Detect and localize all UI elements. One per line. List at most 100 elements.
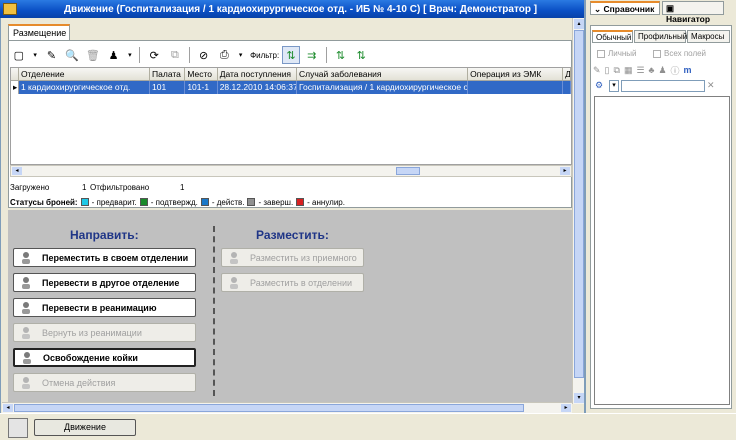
column-header[interactable]: Случай заболевания xyxy=(297,68,469,80)
separator xyxy=(325,47,327,63)
chevron-down-icon[interactable]: ▾ xyxy=(609,80,619,92)
tab-normal[interactable]: Обычный xyxy=(592,30,633,43)
table-cell[interactable]: 101-1 xyxy=(185,81,218,94)
status-swatch xyxy=(296,198,305,206)
place-in-department-button[interactable]: Разместить в отделении xyxy=(221,273,364,292)
column-header[interactable]: Палата xyxy=(150,68,186,80)
table-cell[interactable] xyxy=(468,81,564,94)
table-row[interactable]: ▸ 1 кардиохирургическое отд. 101 101-1 2… xyxy=(11,81,571,94)
transfer-other-department-button[interactable]: Перевести в другое отделение xyxy=(13,273,196,292)
copy-icon[interactable]: ⧉ xyxy=(166,46,184,64)
column-header[interactable]: Место xyxy=(185,68,218,80)
chevron-down-icon[interactable]: ▾ xyxy=(236,46,245,64)
bottom-bar: Движение xyxy=(0,413,736,440)
scroll-left-icon[interactable]: ◂ xyxy=(12,167,22,175)
move-within-department-button[interactable]: Переместить в своем отделении xyxy=(13,248,196,267)
button-label: Вернуть из реанимации xyxy=(42,327,142,338)
refresh-icon[interactable]: ⟳ xyxy=(145,46,163,64)
edit-icon[interactable]: ✎ xyxy=(593,65,601,76)
table-cell[interactable]: Госпитализация / 1 кардиохирургическое о… xyxy=(297,81,469,94)
scroll-right-icon[interactable]: ▸ xyxy=(561,404,571,412)
status-text: - действ. xyxy=(211,197,245,207)
print-icon[interactable]: ⎙ xyxy=(215,46,233,64)
scroll-right-icon[interactable]: ▸ xyxy=(560,167,570,175)
tab-macros[interactable]: Макросы xyxy=(687,30,730,43)
tab-label: Справочник xyxy=(603,4,655,14)
sort-asc-icon[interactable]: ⇅ xyxy=(332,46,350,64)
person-icon xyxy=(230,251,238,264)
filter-add-icon[interactable]: ⇉ xyxy=(303,46,321,64)
table-horizontal-scrollbar[interactable]: ◂ ▸ xyxy=(10,165,572,177)
directory-toolbar: ✎ ▯ ⧉ ▦ ☰ ♣ ♟ ⓘ m xyxy=(593,63,731,77)
filter-icon[interactable]: ⇅ xyxy=(282,46,300,64)
app-menu-icon[interactable] xyxy=(8,418,28,438)
scroll-thumb[interactable] xyxy=(396,167,420,175)
tree-icon[interactable]: ♣ xyxy=(649,65,655,75)
tab-navigator[interactable]: ▣ Навигатор xyxy=(662,1,724,24)
document-icon[interactable]: ▯ xyxy=(605,65,610,76)
person-icon xyxy=(23,351,31,364)
mode-icon[interactable]: ⚙ xyxy=(595,80,607,92)
table-cell[interactable]: 28.12.2010 14:06:37 xyxy=(218,81,297,94)
separator xyxy=(139,47,141,63)
column-header[interactable]: Отделение xyxy=(19,68,151,80)
person-icon[interactable]: ♟ xyxy=(658,65,666,76)
scroll-down-icon[interactable]: ▾ xyxy=(574,393,584,403)
delete-icon[interactable]: 🗑 xyxy=(84,46,102,64)
button-label: Перевести в реанимацию xyxy=(42,302,157,313)
button-label: Отмена действия xyxy=(42,377,116,388)
directory-search: ⚙ ▾ ✕ xyxy=(595,80,729,92)
column-header[interactable]: Операция из ЭМК xyxy=(468,68,564,80)
status-text: - предварит. xyxy=(91,197,137,207)
filter-label: Фильтр: xyxy=(250,50,280,60)
column-header[interactable]: Д xyxy=(563,68,571,80)
chevron-down-icon: ⌄ xyxy=(594,4,602,14)
scroll-up-icon[interactable]: ▴ xyxy=(574,19,584,29)
table-cell[interactable]: 1 кардиохирургическое отд. xyxy=(19,81,151,94)
checkbox-box xyxy=(653,49,661,58)
placement-table: Отделение Палата Место Дата поступления … xyxy=(10,67,572,165)
task-movement-button[interactable]: Движение xyxy=(34,419,136,436)
scroll-thumb[interactable] xyxy=(14,404,524,412)
scroll-left-icon[interactable]: ◂ xyxy=(3,404,13,412)
scroll-thumb[interactable] xyxy=(574,30,584,378)
macro-icon[interactable]: m xyxy=(684,65,692,75)
status-swatch xyxy=(139,198,148,206)
sort-desc-icon[interactable]: ⇅ xyxy=(352,46,370,64)
directory-list[interactable] xyxy=(594,96,730,405)
person-icon xyxy=(230,276,238,289)
app-icon xyxy=(3,3,17,15)
action-panel: Направить: Разместить: Переместить в сво… xyxy=(8,210,572,404)
person-icon[interactable]: ♟ xyxy=(105,46,123,64)
main-horizontal-scrollbar[interactable]: ◂ ▸ xyxy=(2,402,572,413)
new-icon[interactable]: ▢ xyxy=(10,46,28,64)
grid-icon[interactable]: ▦ xyxy=(624,65,633,76)
checkbox-label: Всех полей xyxy=(664,49,707,58)
search-icon[interactable]: 🔍 xyxy=(63,46,81,64)
list-icon[interactable]: ☰ xyxy=(636,65,644,76)
tab-placement[interactable]: Размещение xyxy=(8,24,70,41)
clear-icon[interactable]: ✕ xyxy=(707,80,721,92)
return-from-icu-button[interactable]: Вернуть из реанимации xyxy=(13,323,196,342)
chevron-down-icon[interactable]: ▾ xyxy=(31,46,40,64)
chevron-down-icon[interactable]: ▾ xyxy=(125,46,134,64)
release-bed-button[interactable]: Освобождение койки xyxy=(13,348,196,367)
edit-icon[interactable]: ✎ xyxy=(43,46,61,64)
copy-icon[interactable]: ⧉ xyxy=(614,65,620,76)
person-icon xyxy=(22,251,30,264)
column-header[interactable]: Дата поступления xyxy=(218,68,297,80)
table-cell[interactable] xyxy=(563,81,571,94)
all-fields-checkbox[interactable]: Всех полей xyxy=(653,49,706,58)
main-vertical-scrollbar[interactable]: ▴ ▾ xyxy=(572,18,584,404)
tab-directory[interactable]: ⌄ Справочник xyxy=(590,1,660,15)
report-icon[interactable]: ⊘ xyxy=(195,46,213,64)
table-cell[interactable]: 101 xyxy=(150,81,186,94)
transfer-icu-button[interactable]: Перевести в реанимацию xyxy=(13,298,196,317)
personal-checkbox[interactable]: Личный xyxy=(597,49,637,58)
search-input[interactable] xyxy=(621,80,705,92)
tab-profile[interactable]: Профильный xyxy=(634,30,687,43)
info-icon[interactable]: ⓘ xyxy=(671,64,680,77)
place-from-admission-button[interactable]: Разместить из приемного xyxy=(221,248,364,267)
status-text: - подтвержд. xyxy=(150,197,198,207)
cancel-action-button[interactable]: Отмена действия xyxy=(13,373,196,392)
